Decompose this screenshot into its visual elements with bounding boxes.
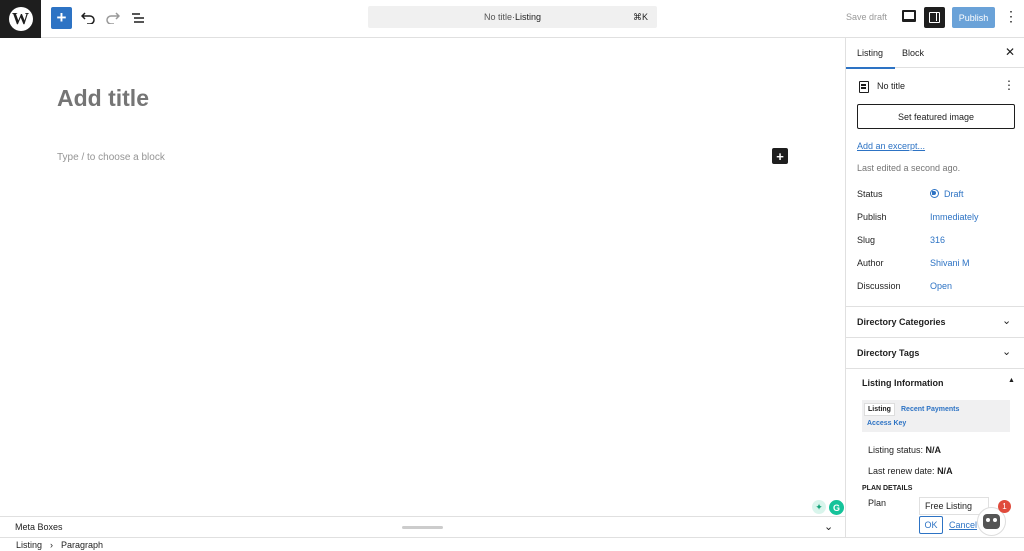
list-view-icon[interactable] [130, 7, 146, 29]
cancel-link[interactable]: Cancel [949, 520, 977, 530]
slug-label: Slug [857, 235, 876, 245]
sidebar-tabs: Listing Block ✕ [846, 38, 1024, 69]
slug-value[interactable]: 316 [930, 235, 945, 245]
renew-date-label: Last renew date: [868, 466, 935, 476]
resize-handle[interactable] [402, 526, 443, 529]
last-edited-text: Last edited a second ago. [857, 163, 961, 173]
breadcrumb-paragraph[interactable]: Paragraph [61, 540, 103, 550]
status-label: Status [857, 189, 883, 199]
chevron-down-icon: ⌄ [1002, 315, 1012, 327]
footer: Listing › Paragraph [0, 537, 1024, 551]
discussion-label: Discussion [857, 281, 901, 291]
directory-categories-panel[interactable]: Directory Categories ⌄ [846, 306, 1024, 337]
bot-face [983, 514, 1000, 529]
tab-recent-payments[interactable]: Recent Payments [901, 406, 959, 413]
document-icon [859, 81, 869, 93]
plan-label: Plan [868, 498, 887, 508]
post-summary-title: No title [877, 81, 906, 91]
wordpress-icon[interactable]: W [0, 0, 41, 38]
undo-icon[interactable] [80, 7, 96, 29]
draft-icon [930, 189, 939, 198]
block-placeholder[interactable]: Type / to choose a block [57, 152, 165, 163]
save-draft-button[interactable]: Save draft [846, 12, 887, 22]
directory-tags-panel[interactable]: Directory Tags ⌄ [846, 337, 1024, 368]
post-actions-kebab-icon[interactable]: ⋮ [1003, 78, 1015, 92]
author-value[interactable]: Shivani M [930, 258, 970, 268]
listing-status-row: Listing status: N/A [868, 445, 941, 455]
command-post-title: No title [483, 12, 512, 22]
tab-listing[interactable]: Listing [846, 48, 896, 69]
breadcrumb-listing[interactable]: Listing [16, 540, 42, 550]
listing-information-title[interactable]: Listing Information [862, 378, 944, 388]
discussion-value[interactable]: Open [930, 281, 952, 291]
plan-details-heading: PLAN DETAILS [862, 485, 913, 492]
inline-add-block-button[interactable]: + [772, 148, 788, 164]
tab-access-key[interactable]: Access Key [867, 420, 906, 427]
author-label: Author [857, 258, 884, 268]
breadcrumb: Listing › Paragraph [16, 540, 103, 550]
grammarly-icon[interactable]: G [829, 500, 844, 515]
renew-date-row: Last renew date: N/A [868, 466, 953, 476]
wordpress-logo-mark: W [8, 7, 33, 31]
collapse-caret-icon[interactable]: ▲ [1008, 377, 1015, 384]
listing-status-label: Listing status: [868, 445, 924, 455]
renew-date-value: N/A [937, 466, 953, 476]
listing-info-divider [846, 368, 1024, 369]
settings-sidebar: Listing Block ✕ No title ⋮ Set featured … [845, 38, 1024, 537]
command-shortcut: ⌘K [632, 12, 648, 22]
ok-button[interactable]: OK [919, 516, 943, 534]
directory-tags-title: Directory Tags [857, 348, 920, 358]
add-block-button[interactable]: + [51, 7, 72, 29]
editor-canvas: Add title Type / to choose a block + ✦ G [0, 38, 845, 516]
command-post-type: Listing [515, 12, 542, 22]
directory-categories-title: Directory Categories [857, 317, 946, 327]
chevron-down-icon: ⌄ [1002, 346, 1012, 358]
set-featured-image-button[interactable]: Set featured image [857, 104, 1015, 129]
redo-icon[interactable] [105, 7, 121, 29]
publish-button[interactable]: Publish [952, 7, 995, 28]
settings-icon[interactable] [924, 7, 945, 28]
publish-value[interactable]: Immediately [930, 212, 979, 222]
listing-status-value: N/A [925, 445, 942, 455]
bulb-icon[interactable]: ✦ [812, 500, 826, 514]
meta-boxes-label: Meta Boxes [15, 522, 63, 532]
kebab-icon[interactable]: ⋮ [1004, 9, 1018, 23]
plan-select[interactable]: Free Listing [919, 497, 989, 515]
publish-label: Publish [857, 212, 887, 222]
meta-boxes-bar: Meta Boxes ⌄ [0, 516, 845, 537]
tab-block[interactable]: Block [902, 48, 924, 58]
notification-badge: 1 [998, 500, 1011, 513]
breadcrumb-separator: › [50, 540, 54, 550]
chevron-down-icon[interactable]: ⌄ [824, 520, 833, 533]
tab-listing-info[interactable]: Listing [864, 403, 895, 416]
status-value[interactable]: Draft [930, 189, 964, 199]
status-value-text: Draft [944, 189, 964, 199]
command-palette-button[interactable]: No title · Listing ⌘K [368, 6, 657, 28]
post-title-input[interactable]: Add title [57, 85, 149, 112]
add-excerpt-link[interactable]: Add an excerpt... [857, 141, 925, 151]
listing-info-tabs: Listing Recent Payments Access Key [862, 400, 1010, 432]
preview-icon[interactable] [902, 10, 916, 22]
top-toolbar: W + No title · Listing ⌘K Save draft Pub… [0, 0, 1024, 38]
close-icon[interactable]: ✕ [1005, 45, 1015, 59]
editor-frame: W + No title · Listing ⌘K Save draft Pub… [0, 0, 1024, 551]
